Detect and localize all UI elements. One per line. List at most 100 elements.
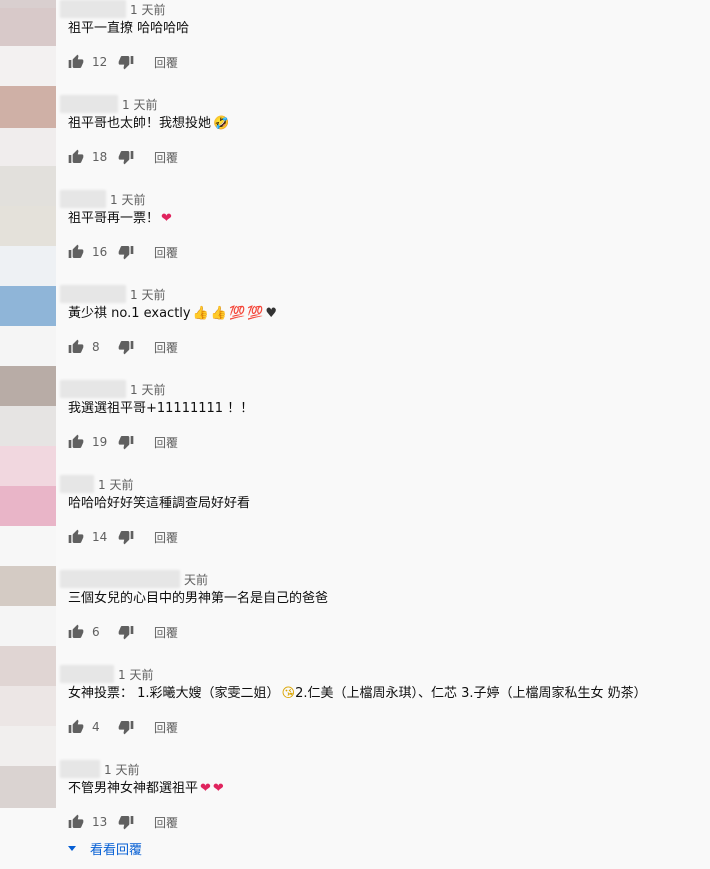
reply-button[interactable]: 回覆 <box>154 244 178 261</box>
comment-text: 三個女兒的心目中的男神第一名是自己的爸爸 <box>68 591 329 606</box>
author-name-redacted[interactable] <box>60 190 106 208</box>
view-replies-button[interactable]: 看看回覆 <box>68 838 142 858</box>
reply-button[interactable]: 回覆 <box>154 529 178 546</box>
thumbs-down-icon[interactable] <box>118 814 134 830</box>
comment: 1 天前 哈哈哈好好笑這種調查局好好看 14 回覆 <box>0 475 710 570</box>
reply-button[interactable]: 回覆 <box>154 149 178 166</box>
like-count: 4 <box>92 720 100 734</box>
kiss-emoji: 😘 <box>281 686 296 701</box>
comment-text: 不管男神女神都選祖平 ❤ ❤ <box>68 781 224 796</box>
comment-actions: 4 回覆 <box>68 717 178 737</box>
comment-actions: 8 回覆 <box>68 337 178 357</box>
hundred-points-emoji: 💯 <box>229 306 246 321</box>
comment-meta: 1 天前 <box>60 190 145 208</box>
author-name-redacted[interactable] <box>60 760 100 778</box>
thumbs-down-icon[interactable] <box>118 434 134 450</box>
comment-text: 祖平一直撩 哈哈哈哈 <box>68 21 190 36</box>
comment-time[interactable]: 1 天前 <box>98 476 133 493</box>
thumbs-up-emoji: 👍 <box>210 306 227 321</box>
comment-text: 祖平哥也太帥！我想投她 🤣 <box>68 116 230 131</box>
thumbs-down-icon[interactable] <box>118 339 134 355</box>
thumbs-up-icon[interactable] <box>68 719 84 735</box>
thumbs-up-icon[interactable] <box>68 339 84 355</box>
comment-actions: 12 回覆 <box>68 52 178 72</box>
comment: 1 天前 祖平哥再一票！ ❤ 16 回覆 <box>0 190 710 285</box>
thumbs-up-icon[interactable] <box>68 434 84 450</box>
comment: 1 天前 祖平哥也太帥！我想投她 🤣 18 回覆 <box>0 95 710 190</box>
comment-time[interactable]: 1 天前 <box>110 191 145 208</box>
comment-meta: 天前 <box>60 570 208 588</box>
heart-emoji: ❤ <box>212 781 224 796</box>
hundred-points-emoji: 💯 <box>247 306 264 321</box>
like-count: 18 <box>92 150 108 164</box>
reply-button[interactable]: 回覆 <box>154 814 178 831</box>
comment-actions: 6 回覆 <box>68 622 178 642</box>
thumbs-up-icon[interactable] <box>68 149 84 165</box>
comment-time[interactable]: 1 天前 <box>130 1 165 18</box>
thumbs-down-icon[interactable] <box>118 719 134 735</box>
comment-time[interactable]: 1 天前 <box>130 381 165 398</box>
thumbs-down-icon[interactable] <box>118 54 134 70</box>
comment: 天前 三個女兒的心目中的男神第一名是自己的爸爸 6 回覆 <box>0 570 710 665</box>
comment-meta: 1 天前 <box>60 475 133 493</box>
heart-emoji: ❤ <box>161 211 172 226</box>
author-name-redacted[interactable] <box>60 95 118 113</box>
like-count: 6 <box>92 625 100 639</box>
comment-text: 黃少祺 no.1 exactly 👍 👍 💯 💯 ♥ <box>68 306 278 321</box>
author-name-redacted[interactable] <box>60 570 180 588</box>
heart-emoji: ❤ <box>200 781 211 796</box>
view-replies-label: 看看回覆 <box>90 842 143 858</box>
reply-button[interactable]: 回覆 <box>154 434 178 451</box>
comment-actions: 19 回覆 <box>68 432 178 452</box>
like-count: 14 <box>92 530 108 544</box>
thumbs-down-icon[interactable] <box>118 149 134 165</box>
comment-meta: 1 天前 <box>60 285 165 303</box>
reply-button[interactable]: 回覆 <box>154 719 178 736</box>
like-count: 13 <box>92 815 108 829</box>
comment: 1 天前 我選選祖平哥+11111111 ！！ 19 回覆 <box>0 380 710 475</box>
author-name-redacted[interactable] <box>60 665 114 683</box>
thumbs-down-icon[interactable] <box>118 529 134 545</box>
comment-text: 我選選祖平哥+11111111 ！！ <box>68 401 254 416</box>
comment: 1 天前 祖平一直撩 哈哈哈哈 12 回覆 <box>0 0 710 95</box>
like-count: 12 <box>92 55 108 69</box>
comment-meta: 1 天前 <box>60 0 165 18</box>
comment-text: 祖平哥再一票！ ❤ <box>68 211 172 226</box>
heart-suit-emoji: ♥ <box>265 306 278 321</box>
like-count: 19 <box>92 435 108 449</box>
comment-meta: 1 天前 <box>60 665 153 683</box>
like-count: 8 <box>92 340 100 354</box>
comment-time[interactable]: 1 天前 <box>118 666 153 683</box>
comment-time[interactable]: 1 天前 <box>122 96 157 113</box>
comment-meta: 1 天前 <box>60 760 139 778</box>
thumbs-up-icon[interactable] <box>68 624 84 640</box>
comment-actions: 13 回覆 <box>68 812 178 832</box>
author-name-redacted[interactable] <box>60 380 126 398</box>
reply-button[interactable]: 回覆 <box>154 339 178 356</box>
comment-time[interactable]: 1 天前 <box>104 761 139 778</box>
reply-button[interactable]: 回覆 <box>154 54 178 71</box>
comment: 1 天前 女神投票： 1.彩曦大嫂（家雯二姐） 😘 2.仁美（上檔周永琪）、仁芯… <box>0 665 710 760</box>
thumbs-down-icon[interactable] <box>118 624 134 640</box>
thumbs-up-icon[interactable] <box>68 244 84 260</box>
comment-actions: 14 回覆 <box>68 527 178 547</box>
thumbs-up-icon[interactable] <box>68 814 84 830</box>
thumbs-up-emoji: 👍 <box>192 306 209 321</box>
rofl-emoji: 🤣 <box>213 116 230 131</box>
thumbs-up-icon[interactable] <box>68 529 84 545</box>
reply-button[interactable]: 回覆 <box>154 624 178 641</box>
author-name-redacted[interactable] <box>60 475 94 493</box>
comment-time[interactable]: 天前 <box>184 571 208 588</box>
caret-down-icon <box>68 845 76 851</box>
author-name-redacted[interactable] <box>60 0 126 18</box>
comment-time[interactable]: 1 天前 <box>130 286 165 303</box>
comment-text: 哈哈哈好好笑這種調查局好好看 <box>68 496 251 511</box>
comment-meta: 1 天前 <box>60 95 157 113</box>
thumbs-up-icon[interactable] <box>68 54 84 70</box>
thumbs-down-icon[interactable] <box>118 244 134 260</box>
comment-actions: 16 回覆 <box>68 242 178 262</box>
comment-text: 女神投票： 1.彩曦大嫂（家雯二姐） 😘 2.仁美（上檔周永琪）、仁芯 3.子婷… <box>68 686 647 701</box>
comment-actions: 18 回覆 <box>68 147 178 167</box>
author-name-redacted[interactable] <box>60 285 126 303</box>
comment-meta: 1 天前 <box>60 380 165 398</box>
